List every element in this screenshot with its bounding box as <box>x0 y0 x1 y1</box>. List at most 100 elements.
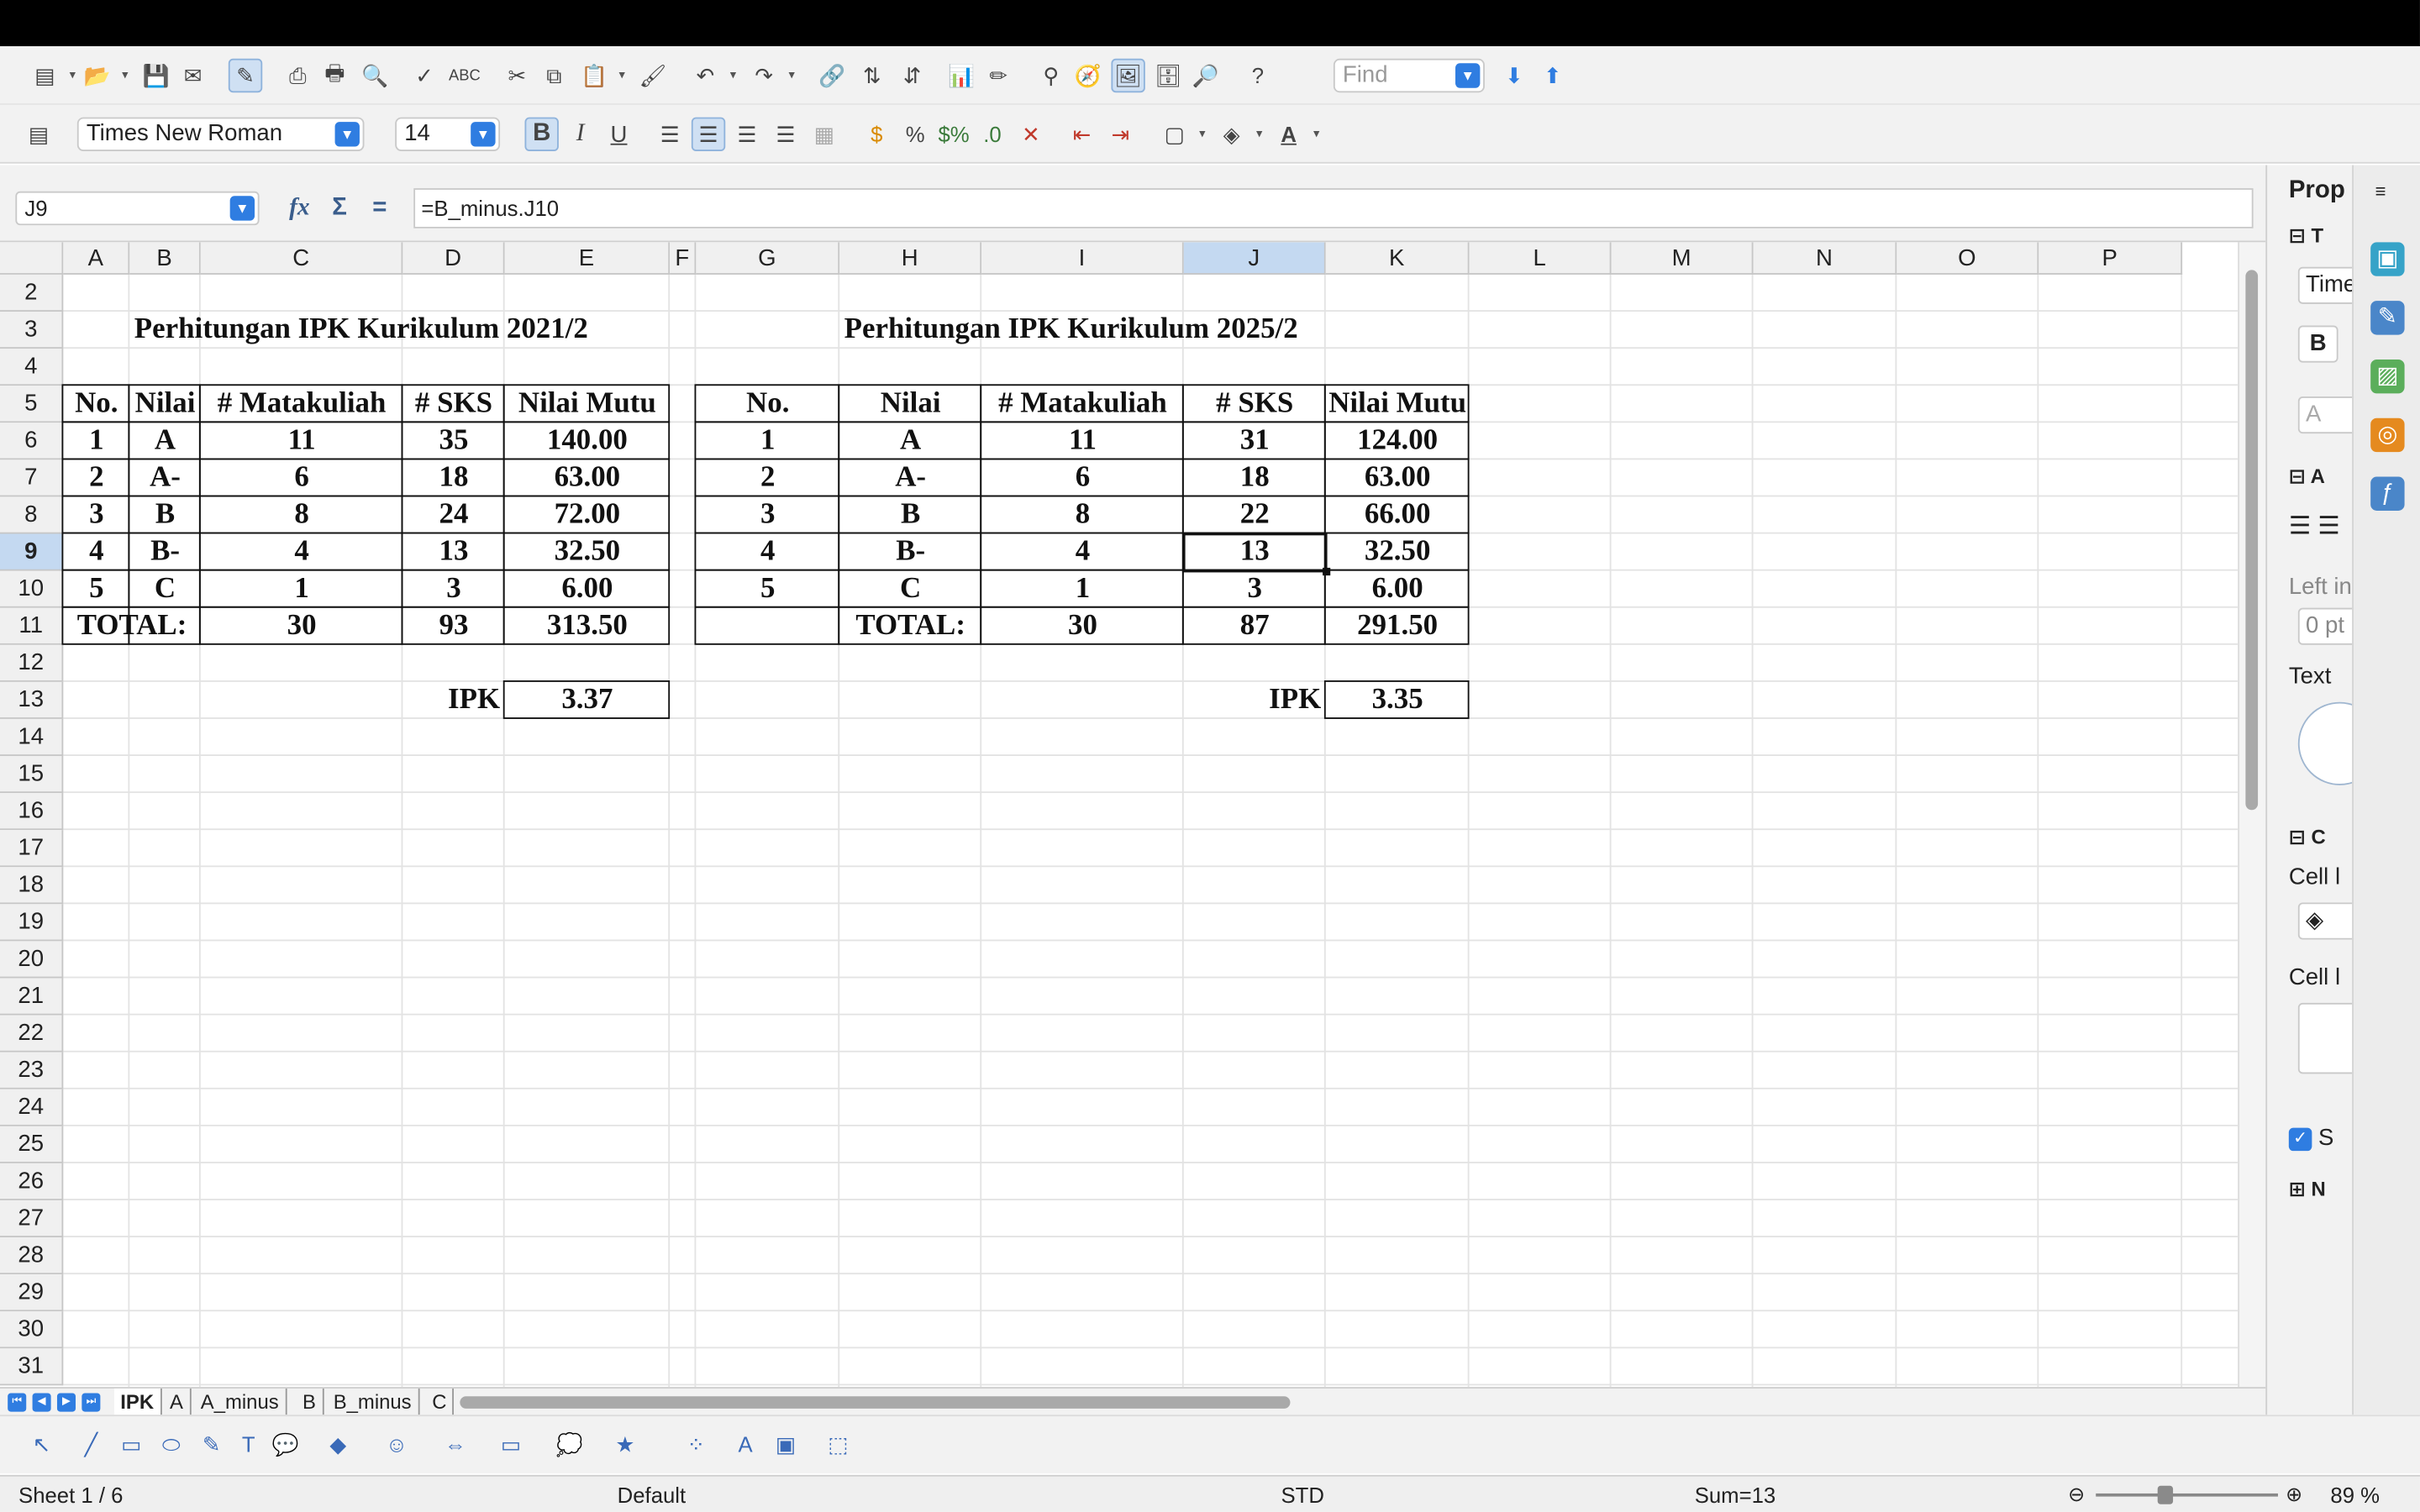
edit-mode-icon[interactable]: ✎ <box>228 58 263 93</box>
sheet-tab-ipk[interactable]: IPK <box>113 1389 162 1415</box>
right-table-total-label[interactable]: TOTAL: <box>839 608 981 645</box>
left-table-data-cell[interactable]: 3 <box>402 571 504 608</box>
row-header-22[interactable]: 22 <box>0 1015 64 1053</box>
row-header-10[interactable]: 10 <box>0 570 64 608</box>
print-icon[interactable]: 🖶 <box>318 59 351 92</box>
sidebar-font-effects-icon[interactable]: A <box>2297 396 2354 434</box>
first-sheet-icon[interactable]: ⏮ <box>8 1393 27 1412</box>
sidebar-font-box[interactable]: Time <box>2297 266 2354 304</box>
right-table-data-cell[interactable]: 11 <box>981 423 1184 459</box>
row-header-20[interactable]: 20 <box>0 941 64 979</box>
row-header-31[interactable]: 31 <box>0 1348 64 1386</box>
sum-icon[interactable]: Σ <box>324 193 355 224</box>
styles-deck-icon[interactable]: ✎ <box>2370 301 2405 335</box>
right-table-data-cell[interactable]: C <box>839 571 981 608</box>
row-header-18[interactable]: 18 <box>0 867 64 905</box>
right-table-header-cell[interactable]: Nilai Mutu <box>1326 386 1470 423</box>
right-table-data-cell[interactable]: B <box>839 496 981 533</box>
selection-mode[interactable]: STD <box>1281 1477 1323 1512</box>
sheet-tab-a[interactable]: A <box>164 1389 192 1415</box>
right-table-data-cell[interactable]: 66.00 <box>1326 496 1470 533</box>
extrusion-icon[interactable]: ⬚ <box>821 1427 855 1461</box>
number-format-header[interactable]: ⊞ N <box>2289 1177 2326 1201</box>
navigator-deck-icon[interactable]: ◎ <box>2370 417 2405 453</box>
row-header-24[interactable]: 24 <box>0 1089 64 1126</box>
gallery-icon[interactable]: 🖼 <box>1111 58 1145 93</box>
font-size-dropdown-icon[interactable]: ▼ <box>471 122 496 147</box>
left-table-data-cell[interactable]: 35 <box>402 423 504 459</box>
left-table-total-cell[interactable]: 313.50 <box>505 608 671 645</box>
right-table-title[interactable]: Perhitungan IPK Kurikulum 2025/2 <box>839 312 1611 349</box>
bold-button[interactable]: B <box>524 117 559 151</box>
sheet-tab-b-minus[interactable]: B_minus <box>327 1389 419 1415</box>
left-table-header-cell[interactable]: Nilai <box>129 386 200 423</box>
email-icon[interactable]: ✉ <box>176 59 209 92</box>
column-header-b[interactable]: B <box>129 242 201 275</box>
row-header-6[interactable]: 6 <box>0 423 64 460</box>
right-table-data-cell[interactable]: 31 <box>1184 423 1326 459</box>
row-header-17[interactable]: 17 <box>0 830 64 868</box>
italic-button[interactable]: I <box>563 118 597 151</box>
delete-decimal-icon[interactable]: ✕ <box>1014 118 1048 151</box>
name-box-dropdown-icon[interactable]: ▼ <box>229 196 255 221</box>
row-header-28[interactable]: 28 <box>0 1237 64 1275</box>
left-table-data-cell[interactable]: 6 <box>201 459 403 496</box>
align-right-icon[interactable]: ☰ <box>730 118 764 151</box>
column-header-i[interactable]: I <box>981 242 1184 275</box>
left-table-data-cell[interactable]: 140.00 <box>505 423 671 459</box>
zoom-out-icon[interactable]: ⊖ <box>2068 1477 2085 1512</box>
name-box[interactable]: J9 ▼ <box>15 191 260 226</box>
print-preview-icon[interactable]: 🔍 <box>358 59 392 92</box>
right-table-data-cell[interactable]: 1 <box>981 571 1184 608</box>
left-table-data-cell[interactable]: 2 <box>63 459 129 496</box>
new-icon[interactable]: ▤ <box>28 59 76 92</box>
right-table-data-cell[interactable]: 6 <box>981 459 1184 496</box>
row-header-11[interactable]: 11 <box>0 607 64 645</box>
spelling-icon[interactable]: ✓ <box>408 59 441 92</box>
checkbox-icon[interactable]: ✓ <box>2288 1126 2312 1151</box>
left-table-data-cell[interactable]: 1 <box>63 423 129 459</box>
page-style[interactable]: Default <box>618 1477 686 1512</box>
font-size-box[interactable]: 14 ▼ <box>395 117 501 151</box>
right-table-data-cell[interactable]: A <box>839 423 981 459</box>
left-table-data-cell[interactable]: 24 <box>402 496 504 533</box>
left-table-header-cell[interactable]: Nilai Mutu <box>505 386 671 423</box>
find-input[interactable]: Find ▼ <box>1333 58 1485 93</box>
underline-button[interactable]: U <box>602 118 635 151</box>
properties-deck-icon[interactable]: ▣ <box>2370 242 2405 276</box>
increase-indent-icon[interactable]: ⇤ <box>1065 118 1098 151</box>
sheet-tab-c[interactable]: C <box>426 1389 455 1415</box>
right-table-header-cell[interactable]: # Matakuliah <box>981 386 1184 423</box>
right-table-data-cell[interactable]: 5 <box>696 571 839 608</box>
left-ipk-label[interactable]: IPK <box>402 682 504 719</box>
right-table-data-cell[interactable]: 63.00 <box>1326 459 1470 496</box>
row-header-27[interactable]: 27 <box>0 1200 64 1238</box>
row-header-2[interactable]: 2 <box>0 274 64 312</box>
left-table-data-cell[interactable]: 63.00 <box>505 459 671 496</box>
align-left-icon[interactable]: ☰ <box>653 118 687 151</box>
left-table-header-cell[interactable]: # Matakuliah <box>201 386 403 423</box>
row-header-23[interactable]: 23 <box>0 1052 64 1089</box>
font-name-dropdown-icon[interactable]: ▼ <box>334 122 360 147</box>
right-table-data-cell[interactable]: 4 <box>981 533 1184 570</box>
sort-ascending-icon[interactable]: ⇅ <box>855 59 889 92</box>
right-table-data-cell[interactable]: 3 <box>1184 571 1326 608</box>
right-table-data-cell[interactable]: 32.50 <box>1326 533 1470 570</box>
find-previous-icon[interactable]: ⬆ <box>1536 59 1570 92</box>
hyperlink-icon[interactable]: 🔗 <box>815 59 849 92</box>
text-orientation-dial[interactable] <box>2297 701 2354 785</box>
zoom-icon[interactable]: 🔎 <box>1188 59 1222 92</box>
sidebar-menu-icon[interactable]: ≡ <box>2375 181 2386 202</box>
left-table-data-cell[interactable]: 4 <box>201 533 403 570</box>
sort-descending-icon[interactable]: ⇵ <box>895 59 929 92</box>
left-table-data-cell[interactable]: C <box>129 571 200 608</box>
find-replace-icon[interactable]: ⚲ <box>1034 59 1068 92</box>
functions-deck-icon[interactable]: ƒ <box>2370 476 2405 511</box>
row-header-3[interactable]: 3 <box>0 312 64 349</box>
left-table-data-cell[interactable]: B <box>129 496 200 533</box>
column-header-k[interactable]: K <box>1325 242 1470 275</box>
last-sheet-icon[interactable]: ⏭ <box>82 1393 101 1412</box>
right-ipk-value[interactable]: 3.35 <box>1326 682 1470 719</box>
left-table-total-cell[interactable]: 93 <box>402 608 504 645</box>
row-header-19[interactable]: 19 <box>0 904 64 942</box>
